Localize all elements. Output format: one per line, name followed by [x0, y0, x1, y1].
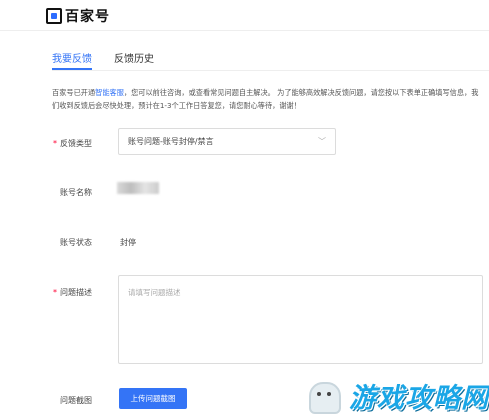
required-mark: * — [53, 139, 57, 148]
baijiahao-logo[interactable]: 百家号 — [46, 6, 110, 26]
intro-prefix: 百家号已开通 — [52, 88, 96, 97]
smart-service-link[interactable]: 智能客服 — [95, 88, 124, 97]
account-status-label: 账号状态 — [60, 238, 92, 247]
logo-text: 百家号 — [65, 9, 110, 25]
chevron-down-icon: ﹀ — [318, 137, 326, 146]
tab-feedback-history[interactable]: 反馈历史 — [114, 50, 154, 70]
intro-text: 百家号已开通智能客服，您可以前往咨询，或查看常见问题自主解决。 为了能够高效解决… — [52, 86, 482, 112]
tab-submit-feedback[interactable]: 我要反馈 — [52, 50, 92, 70]
feedback-type-label: * 反馈类型 — [53, 139, 92, 148]
account-name-label: 账号名称 — [60, 188, 92, 197]
account-status-value: 封停 — [120, 238, 136, 247]
feedback-type-select[interactable]: 账号问题-账号封停/禁言 ﹀ — [118, 128, 336, 155]
problem-desc-label: * 问题描述 — [53, 288, 92, 297]
upload-screenshot-button[interactable]: 上传问题截图 — [119, 388, 187, 409]
watermark-text: 游戏攻略网 — [349, 383, 489, 414]
required-mark: * — [53, 288, 57, 297]
problem-desc-textarea[interactable]: 请填写问题描述 — [118, 275, 483, 364]
baijiahao-logo-icon — [46, 8, 62, 24]
feedback-tabs: 我要反馈 反馈历史 — [52, 50, 176, 70]
ghost-mascot-icon — [305, 378, 345, 414]
top-header: 百家号 — [0, 0, 489, 31]
tab-divider — [52, 70, 489, 71]
site-watermark: 游戏攻略网 — [305, 376, 489, 415]
problem-screenshot-label: 问题截图 — [60, 396, 92, 405]
account-name-blurred-value — [117, 182, 159, 194]
feedback-type-value: 账号问题-账号封停/禁言 — [128, 137, 214, 146]
